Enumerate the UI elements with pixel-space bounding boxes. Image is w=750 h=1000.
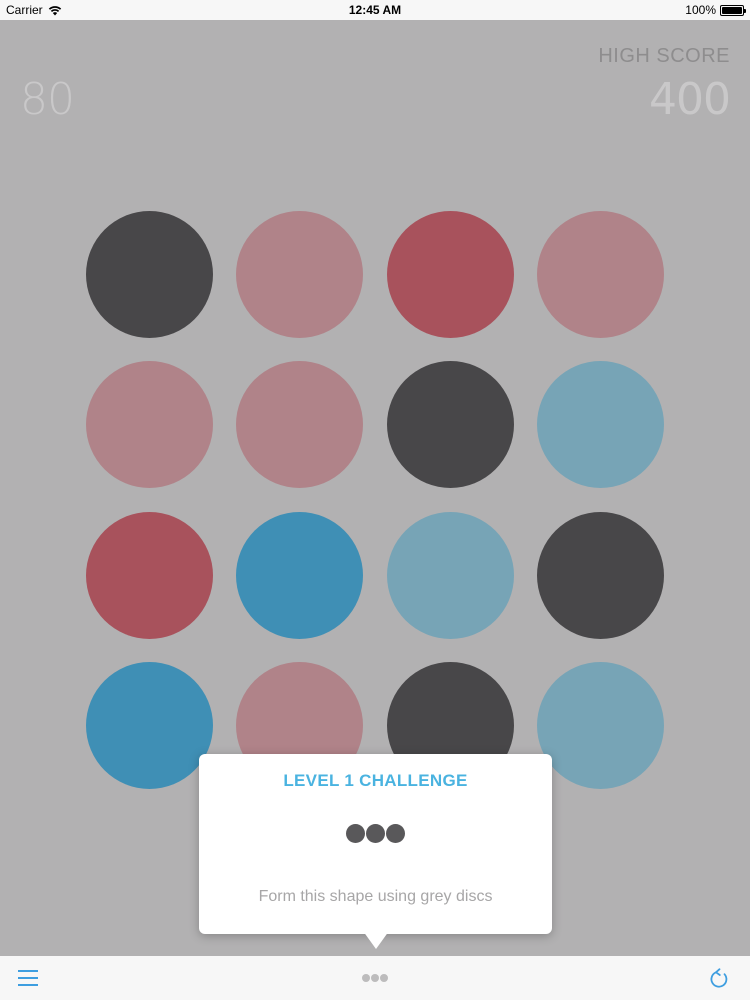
status-time: 12:45 AM [348, 3, 402, 17]
high-score-value: 400 [649, 74, 731, 125]
current-score: 80 [20, 74, 75, 125]
popover-arrow [363, 931, 389, 949]
status-bar: Carrier 12:45 AM 100% [0, 0, 750, 20]
shape-disc [366, 824, 385, 843]
challenge-indicator[interactable] [362, 974, 388, 982]
disc-lightblue[interactable] [537, 662, 664, 789]
challenge-hint: Form this shape using grey discs [258, 888, 493, 905]
disc-grey[interactable] [86, 211, 213, 338]
high-score-label: HIGH SCORE [598, 45, 730, 67]
indicator-dot [362, 974, 370, 982]
disc-blue[interactable] [86, 662, 213, 789]
shape-disc [346, 824, 365, 843]
disc-grey[interactable] [387, 361, 514, 488]
refresh-icon[interactable] [708, 968, 730, 990]
indicator-dot [371, 974, 379, 982]
disc-red[interactable] [86, 512, 213, 639]
challenge-title: LEVEL 1 CHALLENGE [283, 771, 468, 790]
bottom-toolbar [0, 956, 750, 1000]
shape-disc [386, 824, 405, 843]
battery-percent: 100% [685, 3, 716, 17]
challenge-popover: LEVEL 1 CHALLENGE Form this shape using … [199, 754, 552, 934]
disc-pink[interactable] [236, 361, 363, 488]
disc-lightblue[interactable] [537, 361, 664, 488]
disc-grey[interactable] [537, 512, 664, 639]
disc-lightblue[interactable] [387, 512, 514, 639]
challenge-shape [346, 824, 405, 843]
indicator-dot [380, 974, 388, 982]
battery-icon [720, 4, 746, 16]
status-right: 100% [685, 3, 746, 17]
menu-icon[interactable] [18, 970, 38, 986]
disc-blue[interactable] [236, 512, 363, 639]
disc-pink[interactable] [537, 211, 664, 338]
disc-pink[interactable] [236, 211, 363, 338]
disc-pink[interactable] [86, 361, 213, 488]
disc-red[interactable] [387, 211, 514, 338]
